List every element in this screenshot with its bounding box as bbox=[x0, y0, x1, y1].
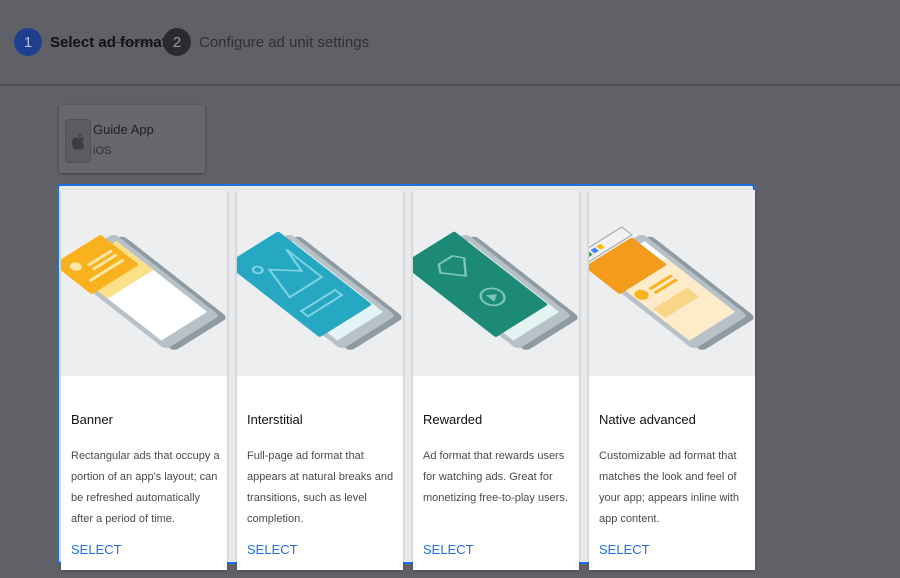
select-native-advanced-button[interactable]: SELECT bbox=[599, 542, 650, 557]
format-title: Banner bbox=[71, 412, 113, 427]
format-title: Rewarded bbox=[423, 412, 483, 427]
select-banner-button[interactable]: SELECT bbox=[71, 542, 122, 557]
format-card-interstitial[interactable]: Interstitial Full-page ad format that ap… bbox=[237, 190, 403, 570]
format-description: Rectangular ads that occupy a portion of… bbox=[71, 450, 220, 525]
ad-format-grid: Banner Rectangular ads that occupy a por… bbox=[57, 184, 755, 570]
step-number: 1 bbox=[14, 28, 42, 56]
app-name: Guide App bbox=[93, 122, 154, 137]
format-description: Full-page ad format that appears at natu… bbox=[247, 450, 394, 525]
interstitial-illustration bbox=[237, 190, 403, 376]
step-label: Configure ad unit settings bbox=[199, 33, 370, 51]
apple-icon bbox=[65, 119, 91, 163]
format-description: Customizable ad format that matches the … bbox=[599, 450, 740, 525]
native-advanced-illustration bbox=[589, 190, 755, 376]
step-configure-ad-unit[interactable]: 2 Configure ad unit settings bbox=[163, 28, 369, 56]
banner-illustration bbox=[61, 190, 227, 376]
stepper-bar: 1 Select ad format 2 Configure ad unit s… bbox=[0, 0, 900, 86]
format-card-banner[interactable]: Banner Rectangular ads that occupy a por… bbox=[61, 190, 227, 570]
rewarded-illustration bbox=[413, 190, 579, 376]
format-card-native-advanced[interactable]: Native advanced Customizable ad format t… bbox=[589, 190, 755, 570]
format-title: Native advanced bbox=[599, 412, 696, 427]
format-title: Interstitial bbox=[247, 412, 303, 427]
select-rewarded-button[interactable]: SELECT bbox=[423, 542, 474, 557]
select-interstitial-button[interactable]: SELECT bbox=[247, 542, 298, 557]
app-card: Guide App iOS bbox=[59, 105, 205, 173]
step-connector bbox=[115, 42, 157, 43]
app-platform: iOS bbox=[93, 145, 112, 157]
step-number: 2 bbox=[163, 28, 191, 56]
format-description: Ad format that rewards users for watchin… bbox=[423, 450, 568, 504]
format-card-rewarded[interactable]: Rewarded Ad format that rewards users fo… bbox=[413, 190, 579, 570]
